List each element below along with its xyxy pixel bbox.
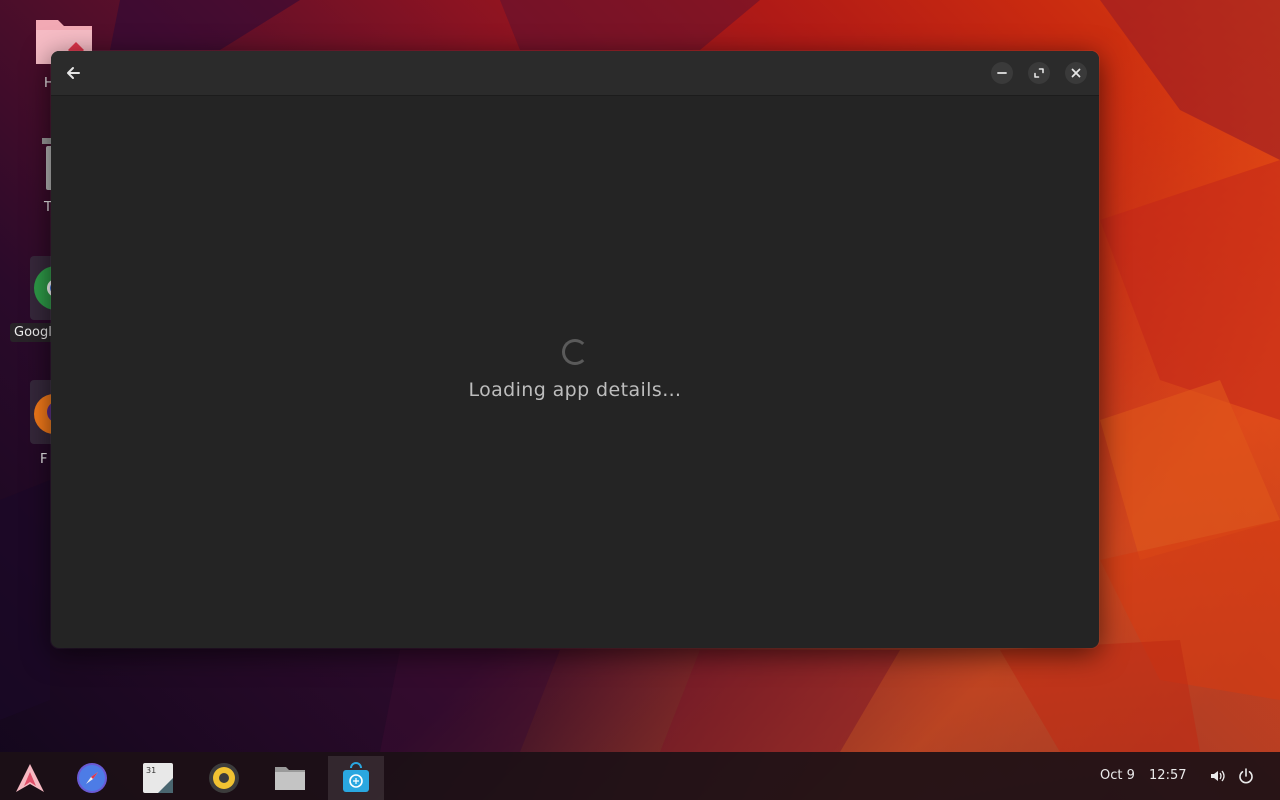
music-player-icon bbox=[209, 763, 239, 793]
close-icon bbox=[1071, 68, 1081, 78]
files-icon bbox=[275, 767, 305, 790]
close-button[interactable] bbox=[1065, 62, 1087, 84]
software-center-icon bbox=[343, 762, 369, 792]
clock[interactable]: Oct 9 12:57 bbox=[1100, 768, 1187, 783]
svg-text:31: 31 bbox=[146, 766, 156, 775]
taskbar-item-music[interactable] bbox=[196, 756, 252, 800]
desktop-icon-label: F bbox=[40, 452, 48, 467]
volume-button[interactable] bbox=[1207, 766, 1227, 786]
arrow-left-icon bbox=[67, 67, 80, 79]
maximize-icon bbox=[1034, 68, 1044, 78]
headerbar bbox=[51, 51, 1099, 96]
desktop-icon-label: Googl bbox=[10, 323, 56, 342]
spinner-icon bbox=[562, 339, 588, 365]
loading-indicator: Loading app details… bbox=[51, 339, 1099, 401]
volume-icon bbox=[1211, 770, 1225, 782]
loading-text: Loading app details… bbox=[468, 379, 682, 401]
taskbar-item-launcher[interactable] bbox=[2, 756, 58, 800]
app-window: Loading app details… bbox=[51, 51, 1099, 648]
taskbar: 31 Oct 9 12:57 bbox=[0, 752, 1280, 800]
minimize-button[interactable] bbox=[991, 62, 1013, 84]
desktop: H T Googl F Loading app details… 31 Oct … bbox=[0, 0, 1280, 800]
taskbar-item-browser[interactable] bbox=[64, 756, 120, 800]
minimize-icon bbox=[997, 72, 1007, 74]
taskbar-item-files[interactable] bbox=[262, 756, 318, 800]
taskbar-item-software-center[interactable] bbox=[328, 756, 384, 800]
app-launcher-icon bbox=[16, 764, 44, 792]
calendar-icon: 31 bbox=[143, 763, 173, 793]
taskbar-item-calendar[interactable]: 31 bbox=[130, 756, 186, 800]
power-button[interactable] bbox=[1236, 766, 1256, 786]
clock-date: Oct 9 bbox=[1100, 768, 1135, 783]
clock-time: 12:57 bbox=[1149, 768, 1187, 783]
back-button[interactable] bbox=[62, 62, 84, 84]
web-browser-icon bbox=[77, 763, 107, 793]
maximize-button[interactable] bbox=[1028, 62, 1050, 84]
power-icon bbox=[1239, 768, 1253, 784]
